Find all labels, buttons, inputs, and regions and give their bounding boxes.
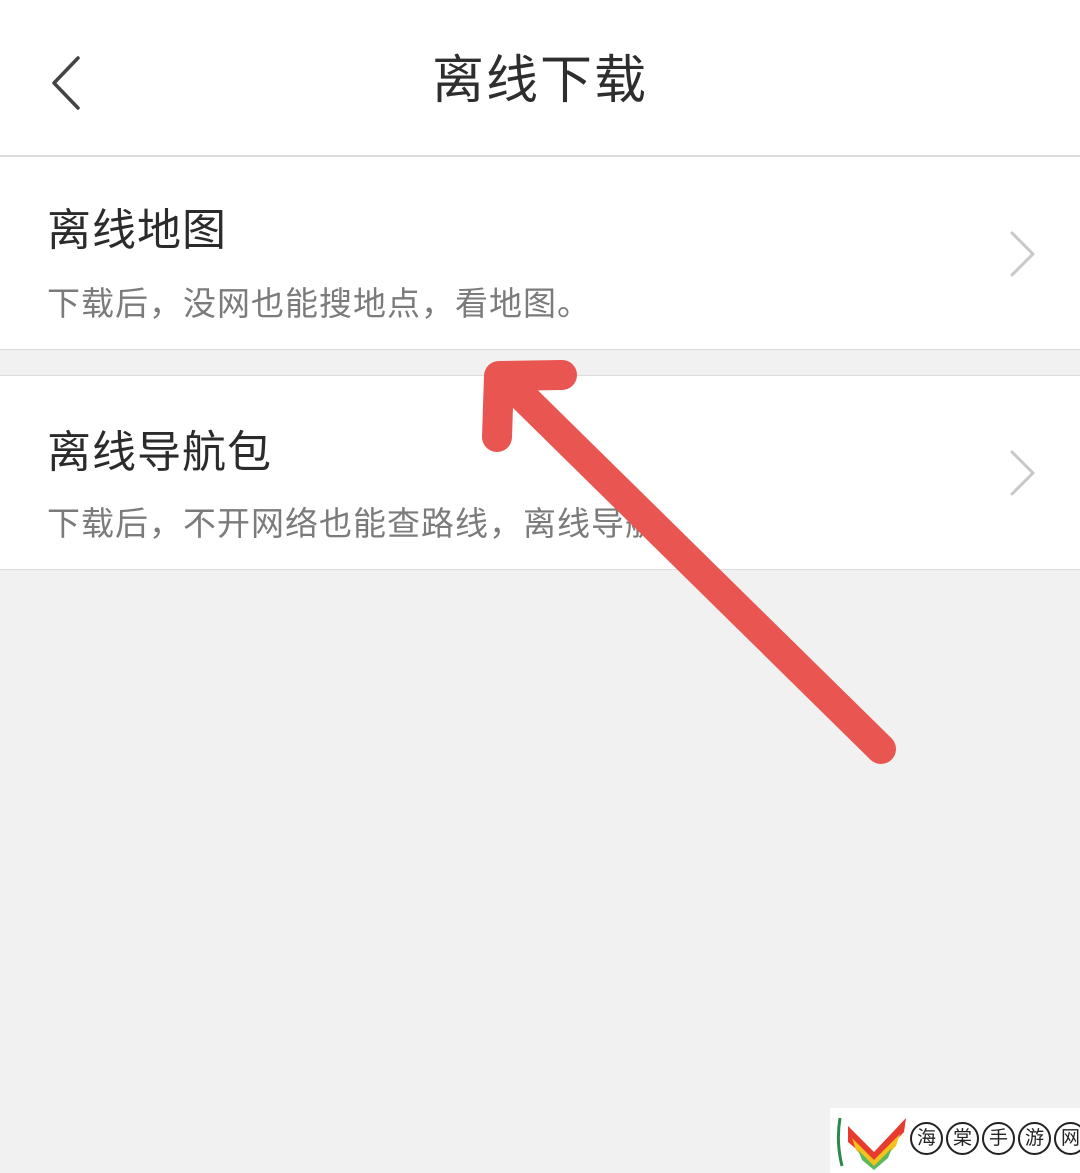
- watermark-logo-icon: [836, 1117, 906, 1170]
- app-header: 离线下载: [0, 0, 1080, 157]
- page-title: 离线下载: [431, 51, 648, 111]
- list-item-offline-nav[interactable]: 离线导航包 下载后，不开网络也能查路线，离线导航。: [0, 375, 1080, 570]
- watermark-char: 手: [982, 1122, 1015, 1155]
- list-item-offline-map[interactable]: 离线地图 下载后，没网也能搜地点，看地图。: [0, 157, 1080, 350]
- watermark-char: 网: [1054, 1122, 1080, 1155]
- watermark-text: 海 棠 手 游 网: [910, 1122, 1080, 1155]
- item-title: 离线导航包: [47, 427, 272, 478]
- watermark-char: 棠: [946, 1122, 979, 1155]
- item-description: 下载后，不开网络也能查路线，离线导航。: [47, 504, 693, 543]
- watermark-char: 游: [1018, 1122, 1051, 1155]
- chevron-right-icon: [1010, 450, 1035, 496]
- item-title: 离线地图: [47, 205, 227, 256]
- item-description: 下载后，没网也能搜地点，看地图。: [47, 284, 591, 323]
- watermark-char: 海: [910, 1122, 943, 1155]
- watermark: 海 棠 手 游 网: [830, 1108, 1080, 1173]
- chevron-right-icon: [1010, 231, 1035, 277]
